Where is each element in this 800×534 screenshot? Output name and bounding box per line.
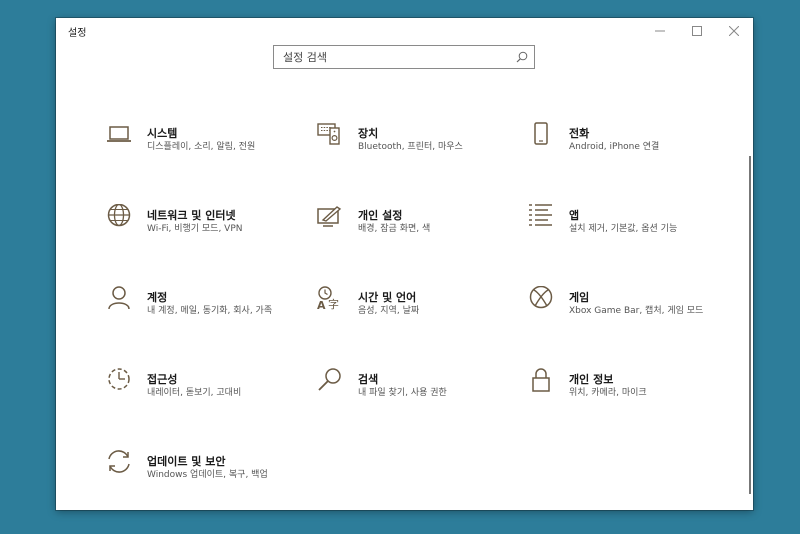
xbox-icon [528, 286, 556, 314]
lock-icon [528, 368, 556, 396]
item-description: Windows 업데이트, 복구, 백업 [147, 470, 268, 480]
settings-item-network[interactable]: 네트워크 및 인터넷 Wi-Fi, 비행기 모드, VPN [106, 204, 306, 264]
maximize-icon [692, 26, 702, 36]
item-title: 장치 [358, 127, 379, 140]
item-description: 음성, 지역, 날짜 [358, 306, 420, 316]
minimize-button[interactable] [642, 18, 678, 44]
personalization-icon [317, 204, 345, 232]
settings-item-update-security[interactable]: 업데이트 및 보안 Windows 업데이트, 복구, 백업 [106, 450, 306, 510]
settings-item-privacy[interactable]: 개인 정보 위치, 카메라, 마이크 [528, 368, 728, 428]
settings-item-time-language[interactable]: A字 시간 및 언어 음성, 지역, 날짜 [317, 286, 517, 346]
settings-item-accounts[interactable]: 계정 내 계정, 메일, 동기화, 회사, 가족 [106, 286, 306, 346]
item-title: 게임 [569, 291, 590, 304]
item-title: 네트워크 및 인터넷 [147, 209, 236, 222]
settings-window: 설정 시스템 디스플레이, 소리, 알림, 전원 장치 Bluetooth, 프… [56, 18, 753, 510]
settings-item-gaming[interactable]: 게임 Xbox Game Bar, 캡처, 게임 모드 [528, 286, 728, 346]
search-icon[interactable] [516, 51, 528, 63]
close-icon [729, 26, 739, 36]
item-title: 시간 및 언어 [358, 291, 417, 304]
item-description: 설치 제거, 기본값, 옵션 기능 [569, 224, 678, 234]
item-description: Bluetooth, 프린터, 마우스 [358, 142, 463, 152]
svg-text:A: A [317, 299, 326, 312]
item-title: 개인 정보 [569, 373, 614, 386]
item-title: 전화 [569, 127, 590, 140]
item-title: 업데이트 및 보안 [147, 455, 226, 468]
settings-item-phone[interactable]: 전화 Android, iPhone 연결 [528, 122, 728, 182]
settings-item-system[interactable]: 시스템 디스플레이, 소리, 알림, 전원 [106, 122, 306, 182]
time-language-icon: A字 [317, 286, 345, 314]
search-box[interactable] [273, 45, 535, 69]
item-description: 배경, 잠금 화면, 색 [358, 224, 431, 234]
minimize-icon [655, 30, 665, 32]
svg-text:字: 字 [328, 297, 339, 311]
scrollbar[interactable] [749, 156, 751, 494]
maximize-button[interactable] [679, 18, 715, 44]
close-button[interactable] [716, 18, 752, 44]
search-input[interactable] [283, 49, 503, 65]
devices-icon [317, 122, 345, 150]
item-title: 계정 [147, 291, 168, 304]
item-title: 개인 설정 [358, 209, 403, 222]
update-icon [106, 450, 134, 478]
settings-item-apps[interactable]: 앱 설치 제거, 기본값, 옵션 기능 [528, 204, 728, 264]
search-icon [317, 368, 345, 396]
settings-item-devices[interactable]: 장치 Bluetooth, 프린터, 마우스 [317, 122, 517, 182]
item-title: 앱 [569, 209, 580, 222]
item-description: 디스플레이, 소리, 알림, 전원 [147, 142, 256, 152]
laptop-icon [106, 122, 134, 150]
title-bar[interactable]: 설정 [56, 18, 753, 44]
item-description: Xbox Game Bar, 캡처, 게임 모드 [569, 306, 704, 316]
item-description: Wi-Fi, 비행기 모드, VPN [147, 224, 243, 234]
item-description: 내 계정, 메일, 동기화, 회사, 가족 [147, 306, 273, 316]
item-title: 검색 [358, 373, 379, 386]
item-description: 내레이터, 돋보기, 고대비 [147, 388, 242, 398]
phone-icon [528, 122, 556, 150]
person-icon [106, 286, 134, 314]
window-title: 설정 [68, 28, 87, 39]
settings-item-search[interactable]: 검색 내 파일 찾기, 사용 권한 [317, 368, 517, 428]
accessibility-icon [106, 368, 134, 396]
item-description: 위치, 카메라, 마이크 [569, 388, 647, 398]
apps-list-icon [528, 204, 556, 232]
item-description: Android, iPhone 연결 [569, 142, 660, 152]
item-description: 내 파일 찾기, 사용 권한 [358, 388, 447, 398]
settings-item-personalization[interactable]: 개인 설정 배경, 잠금 화면, 색 [317, 204, 517, 264]
item-title: 접근성 [147, 373, 178, 386]
globe-icon [106, 204, 134, 232]
item-title: 시스템 [147, 127, 178, 140]
settings-item-accessibility[interactable]: 접근성 내레이터, 돋보기, 고대비 [106, 368, 306, 428]
